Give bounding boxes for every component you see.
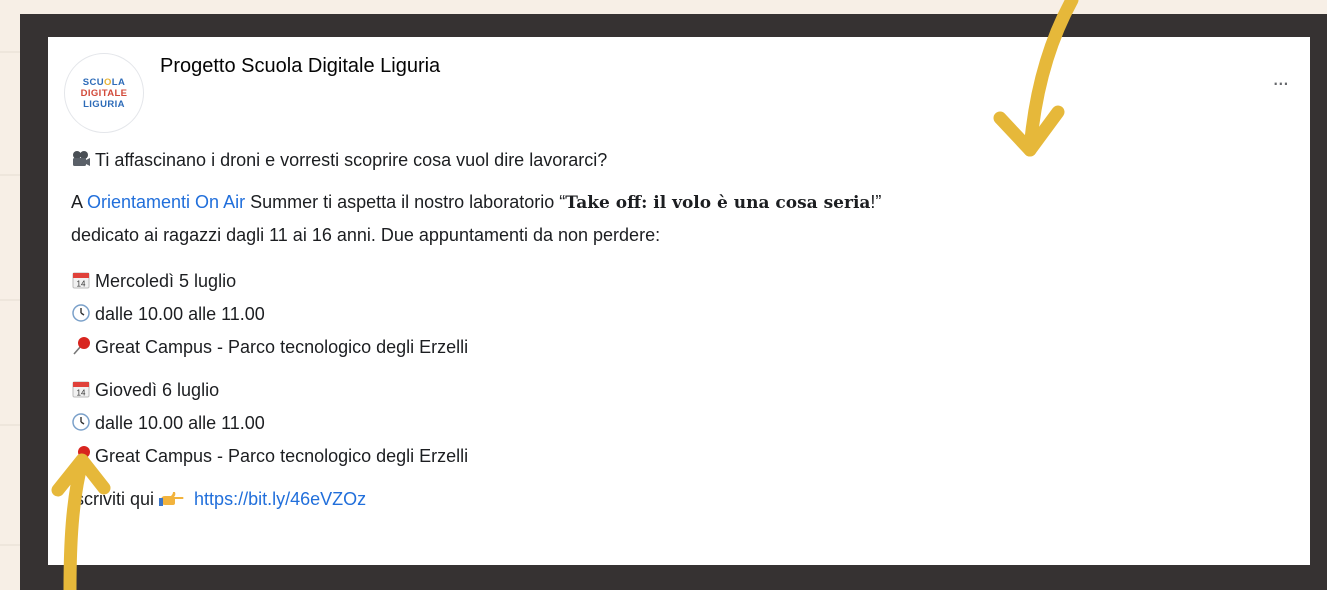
annotation-arrows — [51, 0, 1079, 590]
